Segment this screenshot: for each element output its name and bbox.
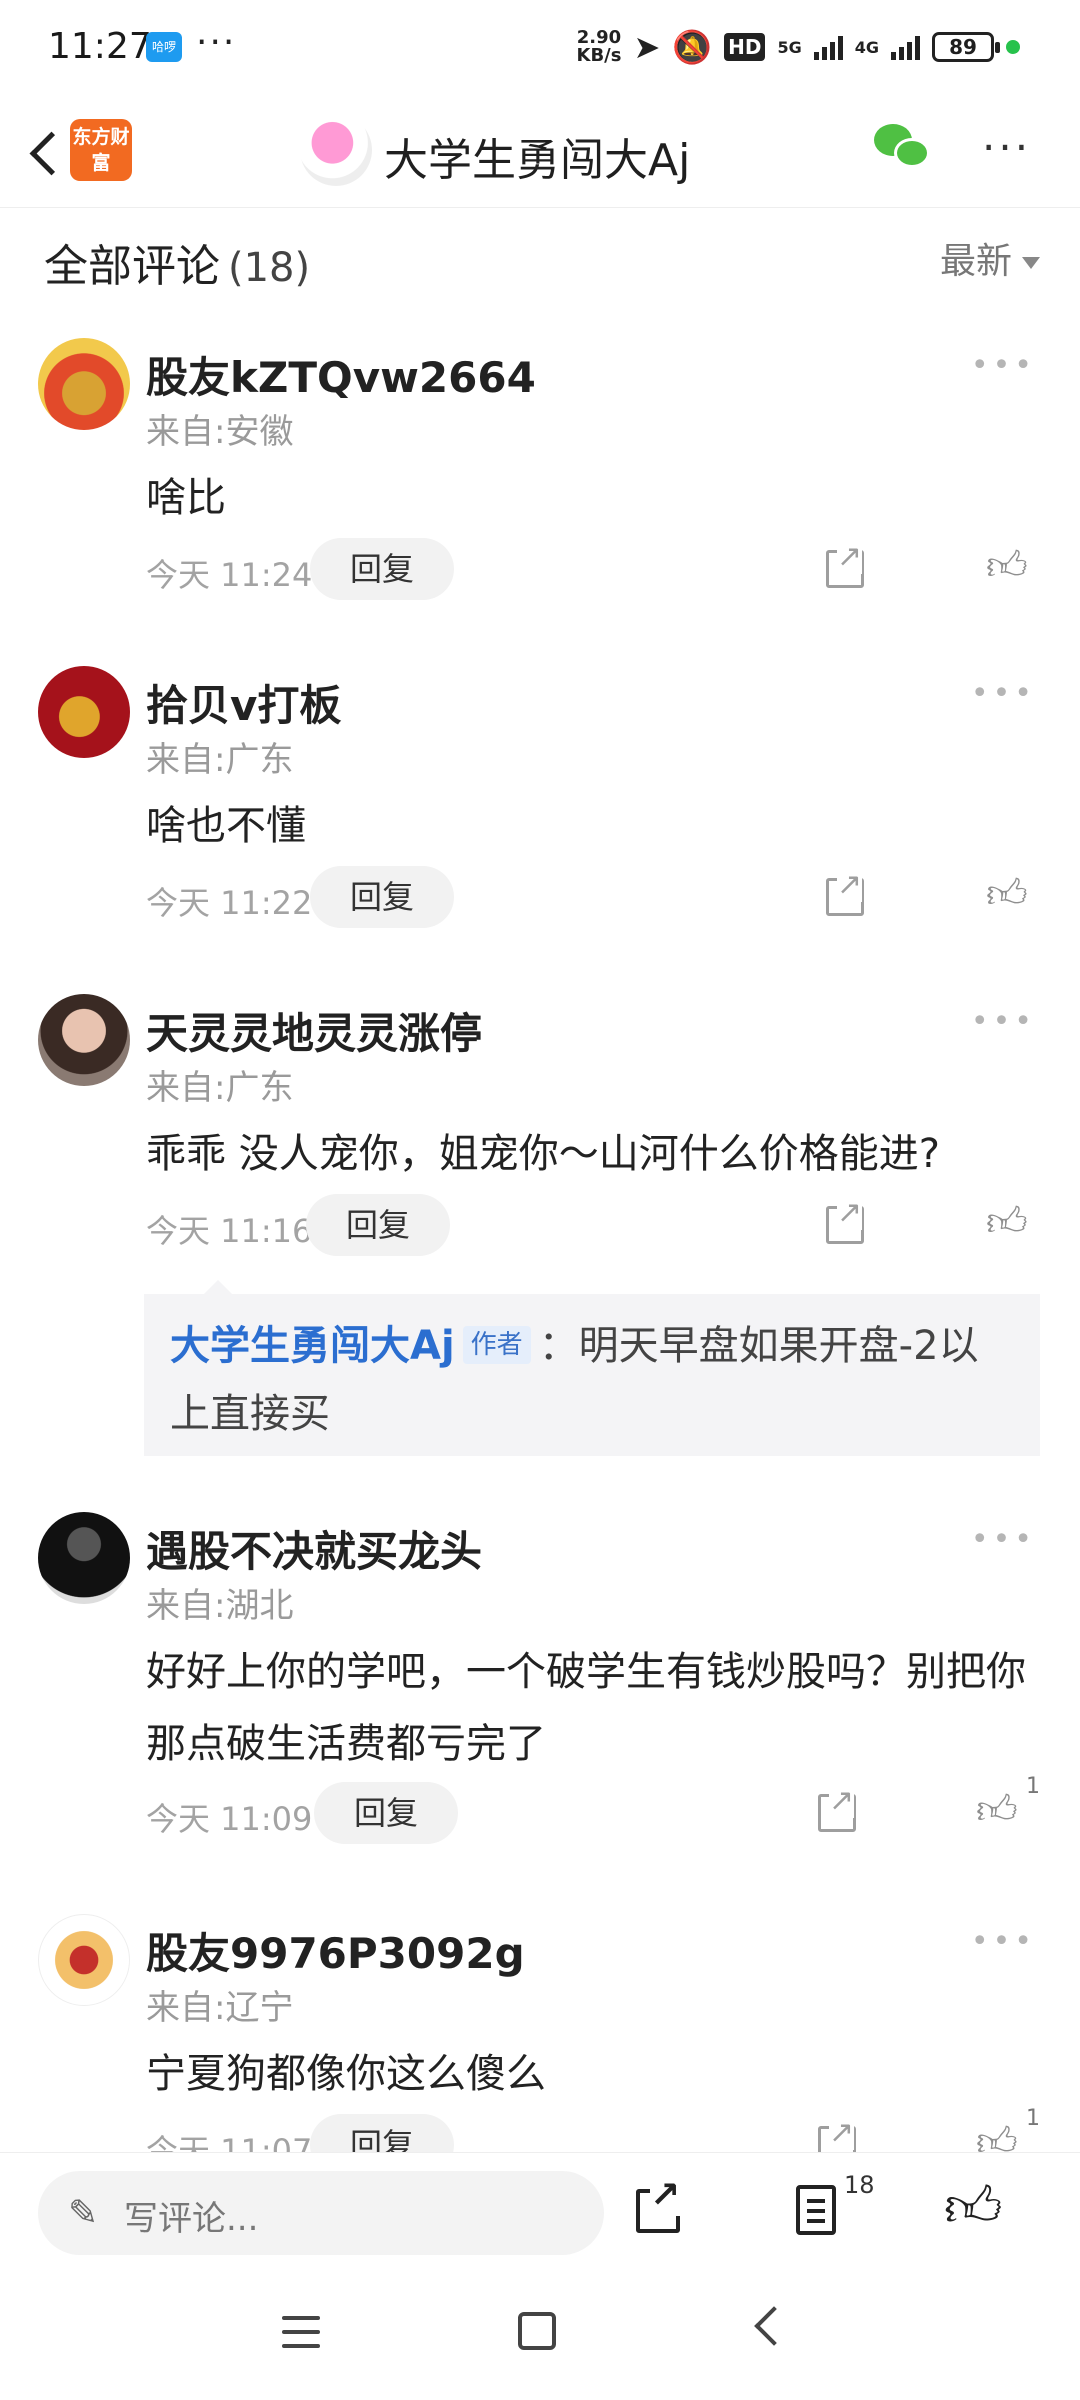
active-indicator-dot: [1006, 40, 1020, 54]
comment-actions: 今天 11:22 回复 👍︎: [146, 866, 1036, 928]
comment-text: 好好上你的学吧，一个破学生有钱炒股吗？别把你那点破生活费都亏完了: [146, 1649, 1026, 1767]
avatar[interactable]: [38, 994, 130, 1086]
author-avatar[interactable]: [300, 114, 372, 186]
comment-time: 今天 11:09: [146, 1800, 313, 1838]
comment-username[interactable]: 拾贝v打板: [146, 672, 341, 733]
thumbs-up-icon[interactable]: 👍︎: [986, 1198, 1028, 1246]
recent-apps-icon[interactable]: [282, 2316, 320, 2348]
wechat-share-icon[interactable]: [874, 124, 932, 174]
back-button[interactable]: [18, 122, 74, 182]
comments-title: 全部评论 (18): [44, 241, 311, 292]
share-icon[interactable]: [818, 1783, 856, 1832]
comment-time: 今天 11:24: [146, 556, 313, 594]
comments-count-badge: 18: [844, 2171, 875, 2199]
network-speed: 2.90 KB/s: [576, 27, 622, 66]
comments-header: 全部评论 (18) 最新: [0, 210, 1080, 302]
pencil-icon: ✎: [68, 2193, 99, 2234]
share-icon[interactable]: [818, 2115, 856, 2152]
like-count: 1: [1026, 1774, 1040, 1799]
share-icon[interactable]: [826, 867, 864, 916]
comment-item: 拾贝v打板 ••• 来自:广东 啥也不懂 今天 11:22 回复 👍︎: [0, 666, 1080, 956]
avatar[interactable]: [38, 338, 130, 430]
avatar[interactable]: [38, 666, 130, 758]
comment-text: 乖乖 没人宠你，姐宠你～山河什么价格能进?: [146, 1131, 940, 1177]
comment-actions: 今天 11:07 回复 👍︎ 1: [146, 2106, 1040, 2152]
avatar[interactable]: [38, 1512, 130, 1604]
author-reply[interactable]: 大学生勇闯大Aj 作者 ：明天早盘如果开盘-2以上直接买: [144, 1280, 1040, 1456]
thumbs-up-icon[interactable]: 👍︎: [986, 542, 1028, 590]
brand-logo[interactable]: 东方财富: [70, 119, 132, 181]
comment-text: 啥也不懂: [146, 803, 306, 849]
app-notification-icon: 哈啰: [146, 32, 182, 62]
status-time: 11:27: [48, 26, 152, 67]
status-bar: 11:27 哈啰 ··· 2.90 KB/s ➤ 🔕 HD 5G 4G 89: [0, 0, 1080, 100]
reply-author-name[interactable]: 大学生勇闯大Aj: [170, 1323, 455, 1369]
thumbs-up-icon[interactable]: 👍︎: [976, 1786, 1018, 1834]
comment-username[interactable]: 股友kZTQvw2664: [146, 344, 536, 405]
signal-4g-icon: [891, 34, 920, 60]
comment-item: 股友9976P3092g ••• 来自:辽宁 宁夏狗都像你这么傻么 今天 11:…: [0, 1914, 1080, 2152]
comment-item: 股友kZTQvw2664 ••• 来自:安徽 啥比 今天 11:24 回复 👍︎: [0, 338, 1080, 628]
comment-more-icon[interactable]: •••: [971, 1924, 1036, 1959]
share-icon[interactable]: [636, 2175, 681, 2233]
system-nav-bar: [0, 2278, 1080, 2400]
comment-location: 来自:广东: [146, 740, 294, 780]
comment-time: 今天 11:07: [146, 2132, 313, 2152]
network-5g-label: 5G: [777, 37, 802, 57]
page-title[interactable]: 大学生勇闯大Aj: [384, 124, 690, 188]
more-notifications-icon: ···: [196, 22, 237, 63]
system-back-icon[interactable]: [754, 2306, 794, 2346]
comments-list-icon[interactable]: [796, 2185, 836, 2235]
battery-icon: 89: [932, 32, 1000, 62]
comment-text: 宁夏狗都像你这么傻么: [146, 2051, 546, 2097]
signal-5g-icon: [813, 34, 843, 60]
comment-username[interactable]: 股友9976P3092g: [146, 1920, 525, 1981]
comment-username[interactable]: 天灵灵地灵灵涨停: [146, 1000, 482, 1061]
more-options-icon[interactable]: ···: [982, 127, 1031, 169]
author-badge: 作者: [462, 1326, 531, 1364]
reply-button[interactable]: 回复: [314, 1782, 458, 1844]
comment-location: 来自:安徽: [146, 412, 294, 452]
mute-bell-icon: 🔕: [672, 28, 713, 66]
comment-more-icon[interactable]: •••: [971, 676, 1036, 711]
comment-item: 天灵灵地灵灵涨停 ••• 来自:广东 乖乖 没人宠你，姐宠你～山河什么价格能进?…: [0, 994, 1080, 1464]
reply-button[interactable]: 回复: [306, 1194, 450, 1256]
comment-time: 今天 11:16: [146, 1212, 313, 1250]
comment-placeholder: 写评论...: [124, 2199, 259, 2239]
comments-count: (18): [228, 245, 311, 291]
network-4g-label: 4G: [854, 37, 879, 57]
comment-more-icon[interactable]: •••: [971, 1004, 1036, 1039]
like-count: 1: [1026, 2106, 1040, 2131]
comment-more-icon[interactable]: •••: [971, 1522, 1036, 1557]
comment-actions: 今天 11:16 回复 👍︎: [146, 1194, 1036, 1256]
comment-username[interactable]: 遇股不决就买龙头: [146, 1518, 482, 1579]
comment-location: 来自:湖北: [146, 1586, 294, 1626]
location-icon: ➤: [633, 28, 661, 66]
reply-button[interactable]: 回复: [310, 2114, 454, 2152]
status-right: 2.90 KB/s ➤ 🔕 HD 5G 4G 89: [576, 27, 1020, 66]
home-icon[interactable]: [518, 2312, 556, 2350]
comment-time: 今天 11:22: [146, 884, 313, 922]
hd-icon: HD: [724, 33, 766, 61]
comment-item: 遇股不决就买龙头 ••• 来自:湖北 好好上你的学吧，一个破学生有钱炒股吗？别把…: [0, 1512, 1080, 1882]
comment-actions: 今天 11:24 回复 👍︎: [146, 538, 1036, 600]
reply-button[interactable]: 回复: [310, 538, 454, 600]
comment-location: 来自:广东: [146, 1068, 294, 1108]
comment-input[interactable]: ✎ 写评论...: [38, 2171, 604, 2255]
reply-button[interactable]: 回复: [310, 866, 454, 928]
caret-down-icon: [1022, 257, 1040, 269]
thumbs-up-icon[interactable]: 👍︎: [976, 2118, 1018, 2152]
thumbs-up-icon[interactable]: 👍︎: [986, 870, 1028, 918]
sort-dropdown[interactable]: 最新: [940, 232, 1040, 284]
bottom-action-bar: ✎ 写评论... 18 👍︎: [0, 2152, 1080, 2278]
comment-location: 来自:辽宁: [146, 1988, 294, 2028]
share-icon[interactable]: [826, 1195, 864, 1244]
thumbs-up-icon[interactable]: 👍︎: [944, 2175, 1003, 2242]
top-nav-bar: 东方财富 大学生勇闯大Aj ···: [0, 100, 1080, 208]
avatar[interactable]: [38, 1914, 130, 2006]
comment-actions: 今天 11:09 回复 👍︎ 1: [146, 1774, 1040, 1844]
comment-more-icon[interactable]: •••: [971, 348, 1036, 383]
comment-text: 啥比: [146, 475, 226, 521]
share-icon[interactable]: [826, 539, 864, 588]
